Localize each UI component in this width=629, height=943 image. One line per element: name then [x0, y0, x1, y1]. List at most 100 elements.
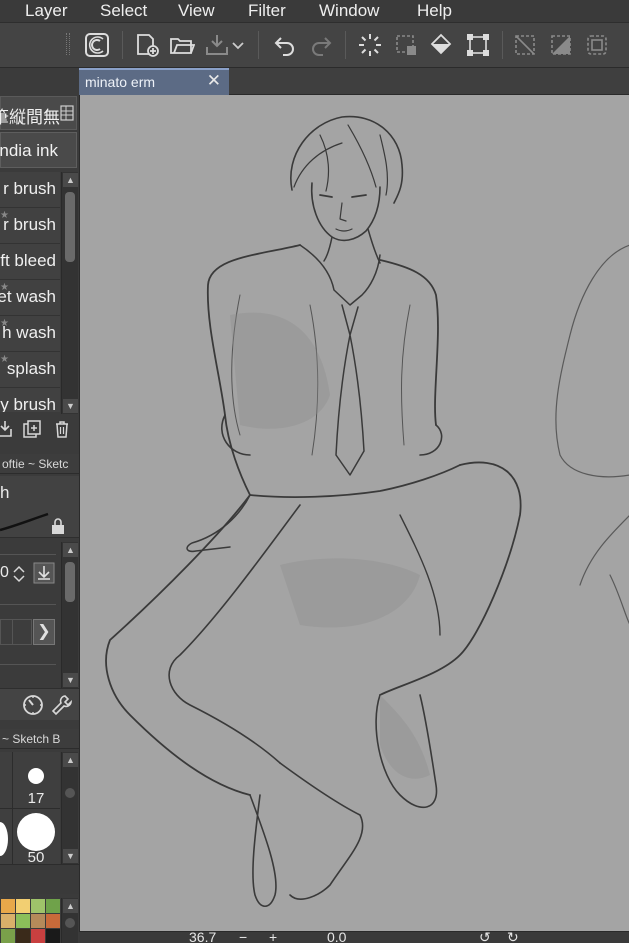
sub-tool-item[interactable]: y brush: [0, 388, 60, 412]
duplicate-sub-tool-icon[interactable]: [21, 418, 43, 440]
rotate-right-icon[interactable]: ↻: [507, 932, 519, 943]
invert-selection-icon[interactable]: [546, 30, 576, 60]
menu-view[interactable]: View: [178, 0, 215, 21]
copy-sub-tool-icon[interactable]: [0, 418, 16, 440]
download-preset-icon[interactable]: [33, 562, 55, 584]
scroll-up-icon[interactable]: ▲: [63, 753, 78, 767]
menu-help[interactable]: Help: [417, 0, 452, 21]
scroll-thumb[interactable]: [65, 788, 75, 798]
menu-filter[interactable]: Filter: [248, 0, 286, 21]
save-icon[interactable]: [202, 30, 232, 60]
property-divider: [0, 604, 56, 605]
sub-tool-scrollbar[interactable]: ▲ ▼: [61, 172, 78, 414]
current-sub-tool[interactable]: India ink: [0, 132, 77, 168]
zoom-value[interactable]: 36.7: [189, 932, 216, 943]
brush-size-item[interactable]: 50: [13, 809, 59, 864]
color-swatch[interactable]: [46, 914, 60, 928]
color-field[interactable]: [0, 619, 32, 645]
color-swatch[interactable]: [31, 899, 45, 913]
spinner-icon[interactable]: [12, 563, 26, 585]
scroll-down-icon[interactable]: ▼: [63, 849, 78, 863]
undo-icon[interactable]: [270, 30, 300, 60]
sub-tool-item[interactable]: ★ r brush: [0, 208, 60, 244]
tool-property-scrollbar[interactable]: ▲ ▼: [61, 542, 78, 688]
color-set-scrollbar[interactable]: ▲: [61, 898, 78, 943]
menu-bar: Layer Select View Filter Window Help: [0, 0, 629, 22]
drawing-canvas[interactable]: [79, 95, 629, 931]
sub-tool-item[interactable]: ft bleed: [0, 244, 60, 280]
zoom-out-icon[interactable]: −: [239, 932, 247, 943]
zoom-in-icon[interactable]: +: [269, 932, 277, 943]
scroll-down-icon[interactable]: ▼: [63, 673, 78, 687]
color-swatch[interactable]: [46, 899, 60, 913]
dial-icon[interactable]: [21, 693, 45, 717]
color-swatch[interactable]: [16, 899, 30, 913]
sub-tool-item[interactable]: ★ splash: [0, 352, 60, 388]
fill-icon[interactable]: [427, 30, 457, 60]
left-panel: 濃い鉛筆縦間無 India ink r brush ★ r brush ft b…: [0, 68, 79, 943]
clip-studio-icon[interactable]: [82, 30, 112, 60]
menu-select[interactable]: Select: [100, 0, 147, 21]
brush-size-item[interactable]: 17: [13, 752, 59, 808]
save-dropdown-icon[interactable]: [230, 30, 246, 60]
brush-size-tab[interactable]: ~ Sketch B: [0, 729, 79, 749]
deselect-icon[interactable]: [510, 30, 540, 60]
lock-icon[interactable]: [48, 516, 68, 536]
clear-icon[interactable]: [355, 30, 385, 60]
scroll-up-icon[interactable]: ▲: [63, 899, 78, 913]
expand-arrow-icon[interactable]: ❯: [33, 619, 55, 645]
open-file-icon[interactable]: [167, 30, 197, 60]
selection-border-icon[interactable]: [582, 30, 612, 60]
rotate-left-icon[interactable]: ↺: [479, 932, 491, 943]
color-swatch[interactable]: [31, 914, 45, 928]
document-tab-bar: minato erm ✕: [79, 68, 629, 95]
menu-window[interactable]: Window: [319, 0, 379, 21]
sub-tool-item[interactable]: ★ et wash: [0, 280, 60, 316]
sub-tool-item[interactable]: r brush: [0, 172, 60, 208]
redo-icon[interactable]: [306, 30, 336, 60]
brush-size-label: 17: [27, 790, 45, 807]
color-swatch[interactable]: [46, 929, 60, 943]
color-swatch[interactable]: [16, 914, 30, 928]
new-file-icon[interactable]: [132, 30, 162, 60]
angle-value[interactable]: 0.0: [327, 932, 346, 943]
transform-icon[interactable]: [463, 30, 493, 60]
scroll-thumb[interactable]: [65, 192, 75, 262]
scroll-thumb[interactable]: [65, 562, 75, 602]
document-tab[interactable]: minato erm ✕: [79, 68, 229, 95]
sub-tool-item[interactable]: ★ h wash: [0, 316, 60, 352]
property-divider: [0, 554, 56, 555]
wrench-icon[interactable]: [50, 693, 74, 717]
brush-size-label: 50: [27, 849, 45, 864]
color-swatch[interactable]: [1, 914, 15, 928]
scroll-down-icon[interactable]: ▼: [63, 399, 78, 413]
close-icon[interactable]: ✕: [207, 71, 221, 91]
sub-tool-item-label: y brush: [0, 395, 56, 412]
color-swatch[interactable]: [16, 929, 30, 943]
toolbar-separator: [258, 31, 259, 59]
color-swatch[interactable]: [1, 899, 15, 913]
document-tab-title: minato erm: [85, 74, 156, 90]
scroll-up-icon[interactable]: ▲: [63, 173, 78, 187]
brush-size-dot-icon: [0, 822, 8, 856]
brush-size-value[interactable]: 0: [0, 564, 9, 582]
property-divider: [0, 664, 56, 665]
current-sub-tool-label: India ink: [0, 141, 58, 160]
scroll-thumb[interactable]: [65, 918, 75, 928]
sub-tool-group-label: 濃い鉛筆縦間無: [0, 108, 60, 127]
tool-property-tab-label: oftie ~ Sketc: [2, 457, 69, 471]
deselect-area-icon[interactable]: [391, 30, 421, 60]
panel-menu-icon[interactable]: [60, 105, 74, 121]
stroke-preview-icon: [0, 512, 49, 532]
brush-size-property[interactable]: 0: [0, 562, 56, 586]
status-bar: 36.7 − + 0.0 ↺ ↻: [79, 931, 629, 943]
brush-size-scrollbar[interactable]: ▲ ▼: [61, 752, 78, 864]
color-swatch[interactable]: [31, 929, 45, 943]
toolbar-grip[interactable]: [66, 33, 70, 55]
sub-tool-group-tab[interactable]: 濃い鉛筆縦間無: [0, 96, 77, 130]
color-swatch[interactable]: [1, 929, 15, 943]
scroll-up-icon[interactable]: ▲: [63, 543, 78, 557]
delete-sub-tool-icon[interactable]: [51, 418, 73, 440]
menu-layer[interactable]: Layer: [25, 0, 68, 21]
tool-property-tab[interactable]: oftie ~ Sketc: [0, 454, 79, 474]
